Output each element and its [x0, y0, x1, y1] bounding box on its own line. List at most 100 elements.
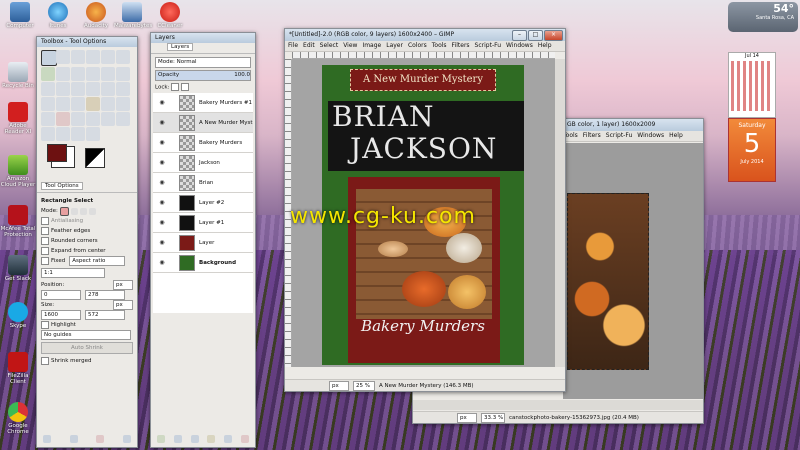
highlight-option[interactable]: Highlight — [41, 320, 133, 330]
antialiasing-checkbox[interactable] — [41, 216, 49, 225]
raise-layer-icon[interactable] — [173, 435, 182, 443]
layer-row[interactable]: ◉ Bakery Murders #1 — [153, 93, 253, 113]
airbrush-tool-icon[interactable] — [71, 112, 85, 126]
pencil-tool-icon[interactable] — [116, 97, 130, 111]
malwarebytes-icon[interactable]: Malwarebytes — [114, 2, 152, 29]
eye-icon[interactable]: ◉ — [157, 119, 167, 126]
menu-windows[interactable]: Windows — [506, 41, 533, 51]
bakery-zoom-select[interactable]: 33.3 % — [481, 412, 505, 423]
shrink-merged-checkbox[interactable] — [41, 356, 49, 365]
layer-row[interactable]: ◉ Layer #2 — [153, 193, 253, 213]
horizontal-ruler[interactable] — [292, 52, 555, 59]
layer-row[interactable]: ◉ Jackson — [153, 153, 253, 173]
amazon-cloud-player-icon[interactable]: Amazon Cloud Player — [0, 155, 36, 188]
mode-replace-icon[interactable] — [59, 206, 69, 216]
antialiasing-option[interactable]: Antialiasing — [41, 216, 133, 226]
auto-shrink-button[interactable]: Auto Shrink — [41, 342, 133, 354]
calendar-day-gadget[interactable]: Saturday 5 July 2014 — [728, 118, 776, 182]
menu-edit[interactable]: Edit — [303, 41, 315, 51]
lock-alpha-checkbox[interactable] — [181, 83, 190, 91]
rounded-option[interactable]: Rounded corners — [41, 236, 133, 246]
crop-tool-icon[interactable] — [56, 82, 70, 96]
menu-tools[interactable]: Tools — [432, 41, 447, 51]
tab-layers[interactable]: Layers — [167, 43, 194, 51]
menu-image[interactable]: Image — [362, 41, 381, 51]
mode-subtract-icon[interactable] — [79, 207, 87, 215]
active-brush-preview[interactable] — [85, 148, 105, 168]
smudge-tool-icon[interactable] — [71, 127, 85, 141]
fuzzy-select-tool-icon[interactable] — [86, 50, 100, 64]
expand-checkbox[interactable] — [41, 246, 49, 255]
foreground-select-tool-icon[interactable] — [41, 67, 55, 81]
foreground-color-swatch[interactable] — [47, 144, 67, 162]
position-y-input[interactable]: 278 — [85, 290, 125, 300]
fixed-checkbox[interactable] — [41, 257, 49, 265]
menu-view[interactable]: View — [343, 41, 357, 51]
ccleaner-icon[interactable]: CCleaner — [152, 2, 188, 29]
ink-tool-icon[interactable] — [86, 112, 100, 126]
maximize-button[interactable]: □ — [528, 30, 543, 41]
expand-option[interactable]: Expand from center — [41, 246, 133, 256]
layers-titlebar[interactable]: Layers — [151, 33, 255, 43]
menu-select[interactable]: Select — [320, 41, 339, 51]
opacity-slider[interactable]: Opacity 100.0 — [155, 70, 251, 81]
delete-layer-icon[interactable] — [240, 435, 249, 443]
heal-tool-icon[interactable] — [116, 112, 130, 126]
main-unit-select[interactable]: px — [329, 380, 349, 391]
eye-icon[interactable]: ◉ — [157, 259, 167, 266]
bakery-photo-canvas[interactable] — [567, 193, 649, 370]
mode-add-icon[interactable] — [70, 207, 78, 215]
flip-tool-icon[interactable] — [41, 97, 55, 111]
measure-tool-icon[interactable] — [101, 67, 115, 81]
save-options-icon[interactable] — [43, 435, 51, 443]
menu-help[interactable]: Help — [538, 41, 552, 51]
position-unit-select[interactable]: px — [113, 280, 133, 290]
shrink-merged-option[interactable]: Shrink merged — [41, 356, 133, 366]
size-unit-select[interactable]: px — [113, 300, 133, 310]
bakery-unit-select[interactable]: px — [457, 412, 477, 423]
layer-row[interactable]: ◉ Layer — [153, 233, 253, 253]
rotate-tool-icon[interactable] — [71, 82, 85, 96]
close-button[interactable]: × — [544, 30, 563, 41]
feather-checkbox[interactable] — [41, 226, 49, 235]
weather-gadget[interactable]: 54° Santa Rosa, CA — [728, 2, 798, 32]
menu-scriptfu[interactable]: Script-Fu — [475, 41, 502, 51]
size-height-input[interactable]: 572 — [85, 310, 125, 320]
main-zoom-select[interactable]: 25 % — [353, 380, 375, 391]
layer-row[interactable]: ◉ Layer #1 — [153, 213, 253, 233]
eye-icon[interactable]: ◉ — [157, 159, 167, 166]
layer-row[interactable]: ◉ Brian — [153, 173, 253, 193]
ellipse-select-tool-icon[interactable] — [56, 50, 70, 64]
eye-icon[interactable]: ◉ — [157, 219, 167, 226]
color-picker-tool-icon[interactable] — [71, 67, 85, 81]
bakery-menu-help[interactable]: Help — [669, 131, 683, 141]
bakery-menu-filters[interactable]: Filters — [583, 131, 601, 141]
feather-option[interactable]: Feather edges — [41, 226, 133, 236]
text-tool-icon[interactable] — [71, 97, 85, 111]
position-x-input[interactable]: 0 — [41, 290, 81, 300]
adobe-reader-icon[interactable]: Adobe Reader XI — [0, 102, 36, 135]
anchor-layer-icon[interactable] — [224, 435, 233, 443]
dodge-burn-tool-icon[interactable] — [86, 127, 100, 141]
reset-options-icon[interactable] — [122, 435, 131, 443]
bakery-canvas-area[interactable] — [563, 143, 703, 399]
paintbrush-tool-icon[interactable] — [41, 112, 55, 126]
chrome-icon[interactable]: Google Chrome — [0, 402, 36, 435]
toolbox-window[interactable]: Toolbox - Tool Options Tool Options Rect… — [36, 36, 138, 448]
eye-icon[interactable]: ◉ — [157, 139, 167, 146]
recycle-bin-icon[interactable]: Recycle Bin — [0, 62, 36, 89]
mode-intersect-icon[interactable] — [88, 207, 96, 215]
eye-icon[interactable]: ◉ — [157, 239, 167, 246]
get-slack-icon[interactable]: Get Slack — [0, 255, 36, 282]
menu-colors[interactable]: Colors — [408, 41, 427, 51]
highlight-checkbox[interactable] — [41, 320, 49, 329]
aspect-ratio-input[interactable]: 1:1 — [41, 268, 105, 278]
layers-dock[interactable]: Layers Layers Mode: Normal Opacity 100.0… — [150, 32, 256, 448]
menu-filters[interactable]: Filters — [452, 41, 470, 51]
minimize-button[interactable]: – — [512, 30, 527, 41]
clone-tool-icon[interactable] — [101, 112, 115, 126]
lock-pixels-checkbox[interactable] — [171, 83, 180, 91]
new-layer-icon[interactable] — [157, 435, 165, 443]
zoom-tool-icon[interactable] — [86, 67, 100, 81]
perspective-clone-tool-icon[interactable] — [41, 127, 55, 141]
